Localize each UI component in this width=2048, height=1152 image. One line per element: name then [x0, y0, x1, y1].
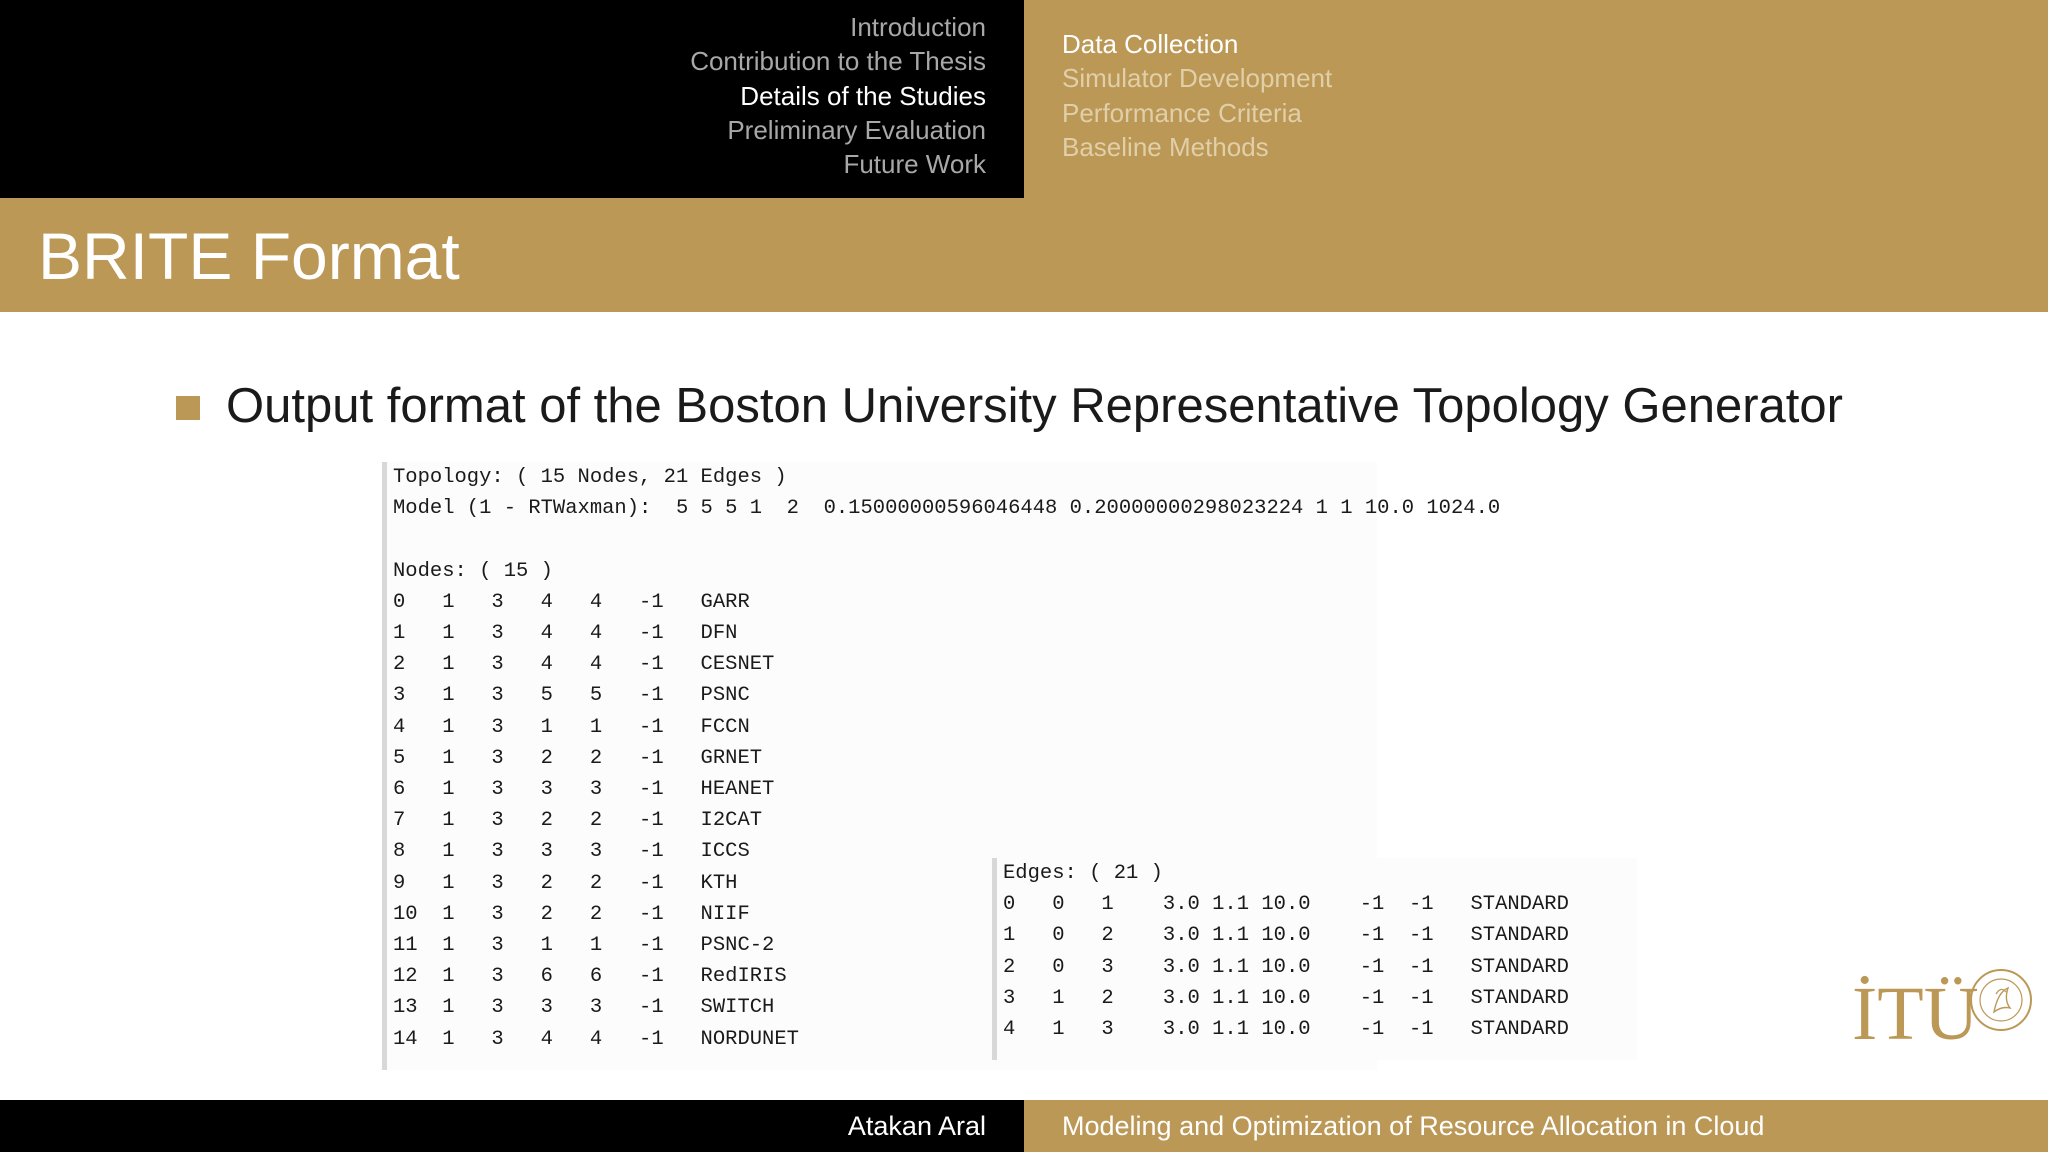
author-name: Atakan Aral: [847, 1111, 986, 1141]
slide-title: BRITE Format: [38, 219, 460, 293]
nav-section-preliminary-evaluation[interactable]: Preliminary Evaluation: [690, 113, 986, 147]
itu-logo: İTÜ: [1852, 956, 2038, 1064]
nav-subsection-data-collection[interactable]: Data Collection: [1062, 27, 1332, 61]
nav-subsection-baseline-methods[interactable]: Baseline Methods: [1062, 130, 1332, 164]
nav-subsection-performance-criteria[interactable]: Performance Criteria: [1062, 96, 1332, 130]
subsection-list: Data Collection Simulator Development Perf…: [1062, 27, 1332, 164]
bullet-square-icon: [176, 396, 200, 420]
nav-section-contribution-to-the-thesis[interactable]: Contribution to the Thesis: [690, 44, 986, 78]
edges-code-listing: Edges: ( 21 ) 0 0 1 3.0 1.1 10.0 -1 -1 S…: [992, 858, 1637, 1060]
nav-section-future-work[interactable]: Future Work: [690, 147, 986, 181]
footer: Atakan Aral Modeling and Optimization of…: [0, 1100, 2048, 1152]
logo-text: İTÜ: [1852, 972, 1979, 1056]
title-band: BRITE Format: [0, 198, 2048, 312]
section-list: Introduction Contribution to the Thesis De…: [690, 10, 986, 181]
edges-code-text: Edges: ( 21 ) 0 0 1 3.0 1.1 10.0 -1 -1 S…: [1003, 862, 1569, 1042]
footer-left: Atakan Aral: [0, 1100, 1024, 1152]
nav-subsection-simulator-development[interactable]: Simulator Development: [1062, 61, 1332, 95]
footer-right: Modeling and Optimization of Resource Al…: [1024, 1100, 2048, 1152]
section-nav-panel: Introduction Contribution to the Thesis De…: [0, 0, 1024, 198]
university-seal-icon: [1970, 969, 2032, 1031]
nav-section-introduction[interactable]: Introduction: [690, 10, 986, 44]
header-navigation: Introduction Contribution to the Thesis De…: [0, 0, 2048, 198]
nav-section-details-of-the-studies[interactable]: Details of the Studies: [690, 79, 986, 113]
talk-title: Modeling and Optimization of Resource Al…: [1062, 1111, 1765, 1141]
subsection-nav-panel: Data Collection Simulator Development Perf…: [1024, 0, 2048, 198]
bullet-text: Output format of the Boston University R…: [226, 379, 1843, 433]
